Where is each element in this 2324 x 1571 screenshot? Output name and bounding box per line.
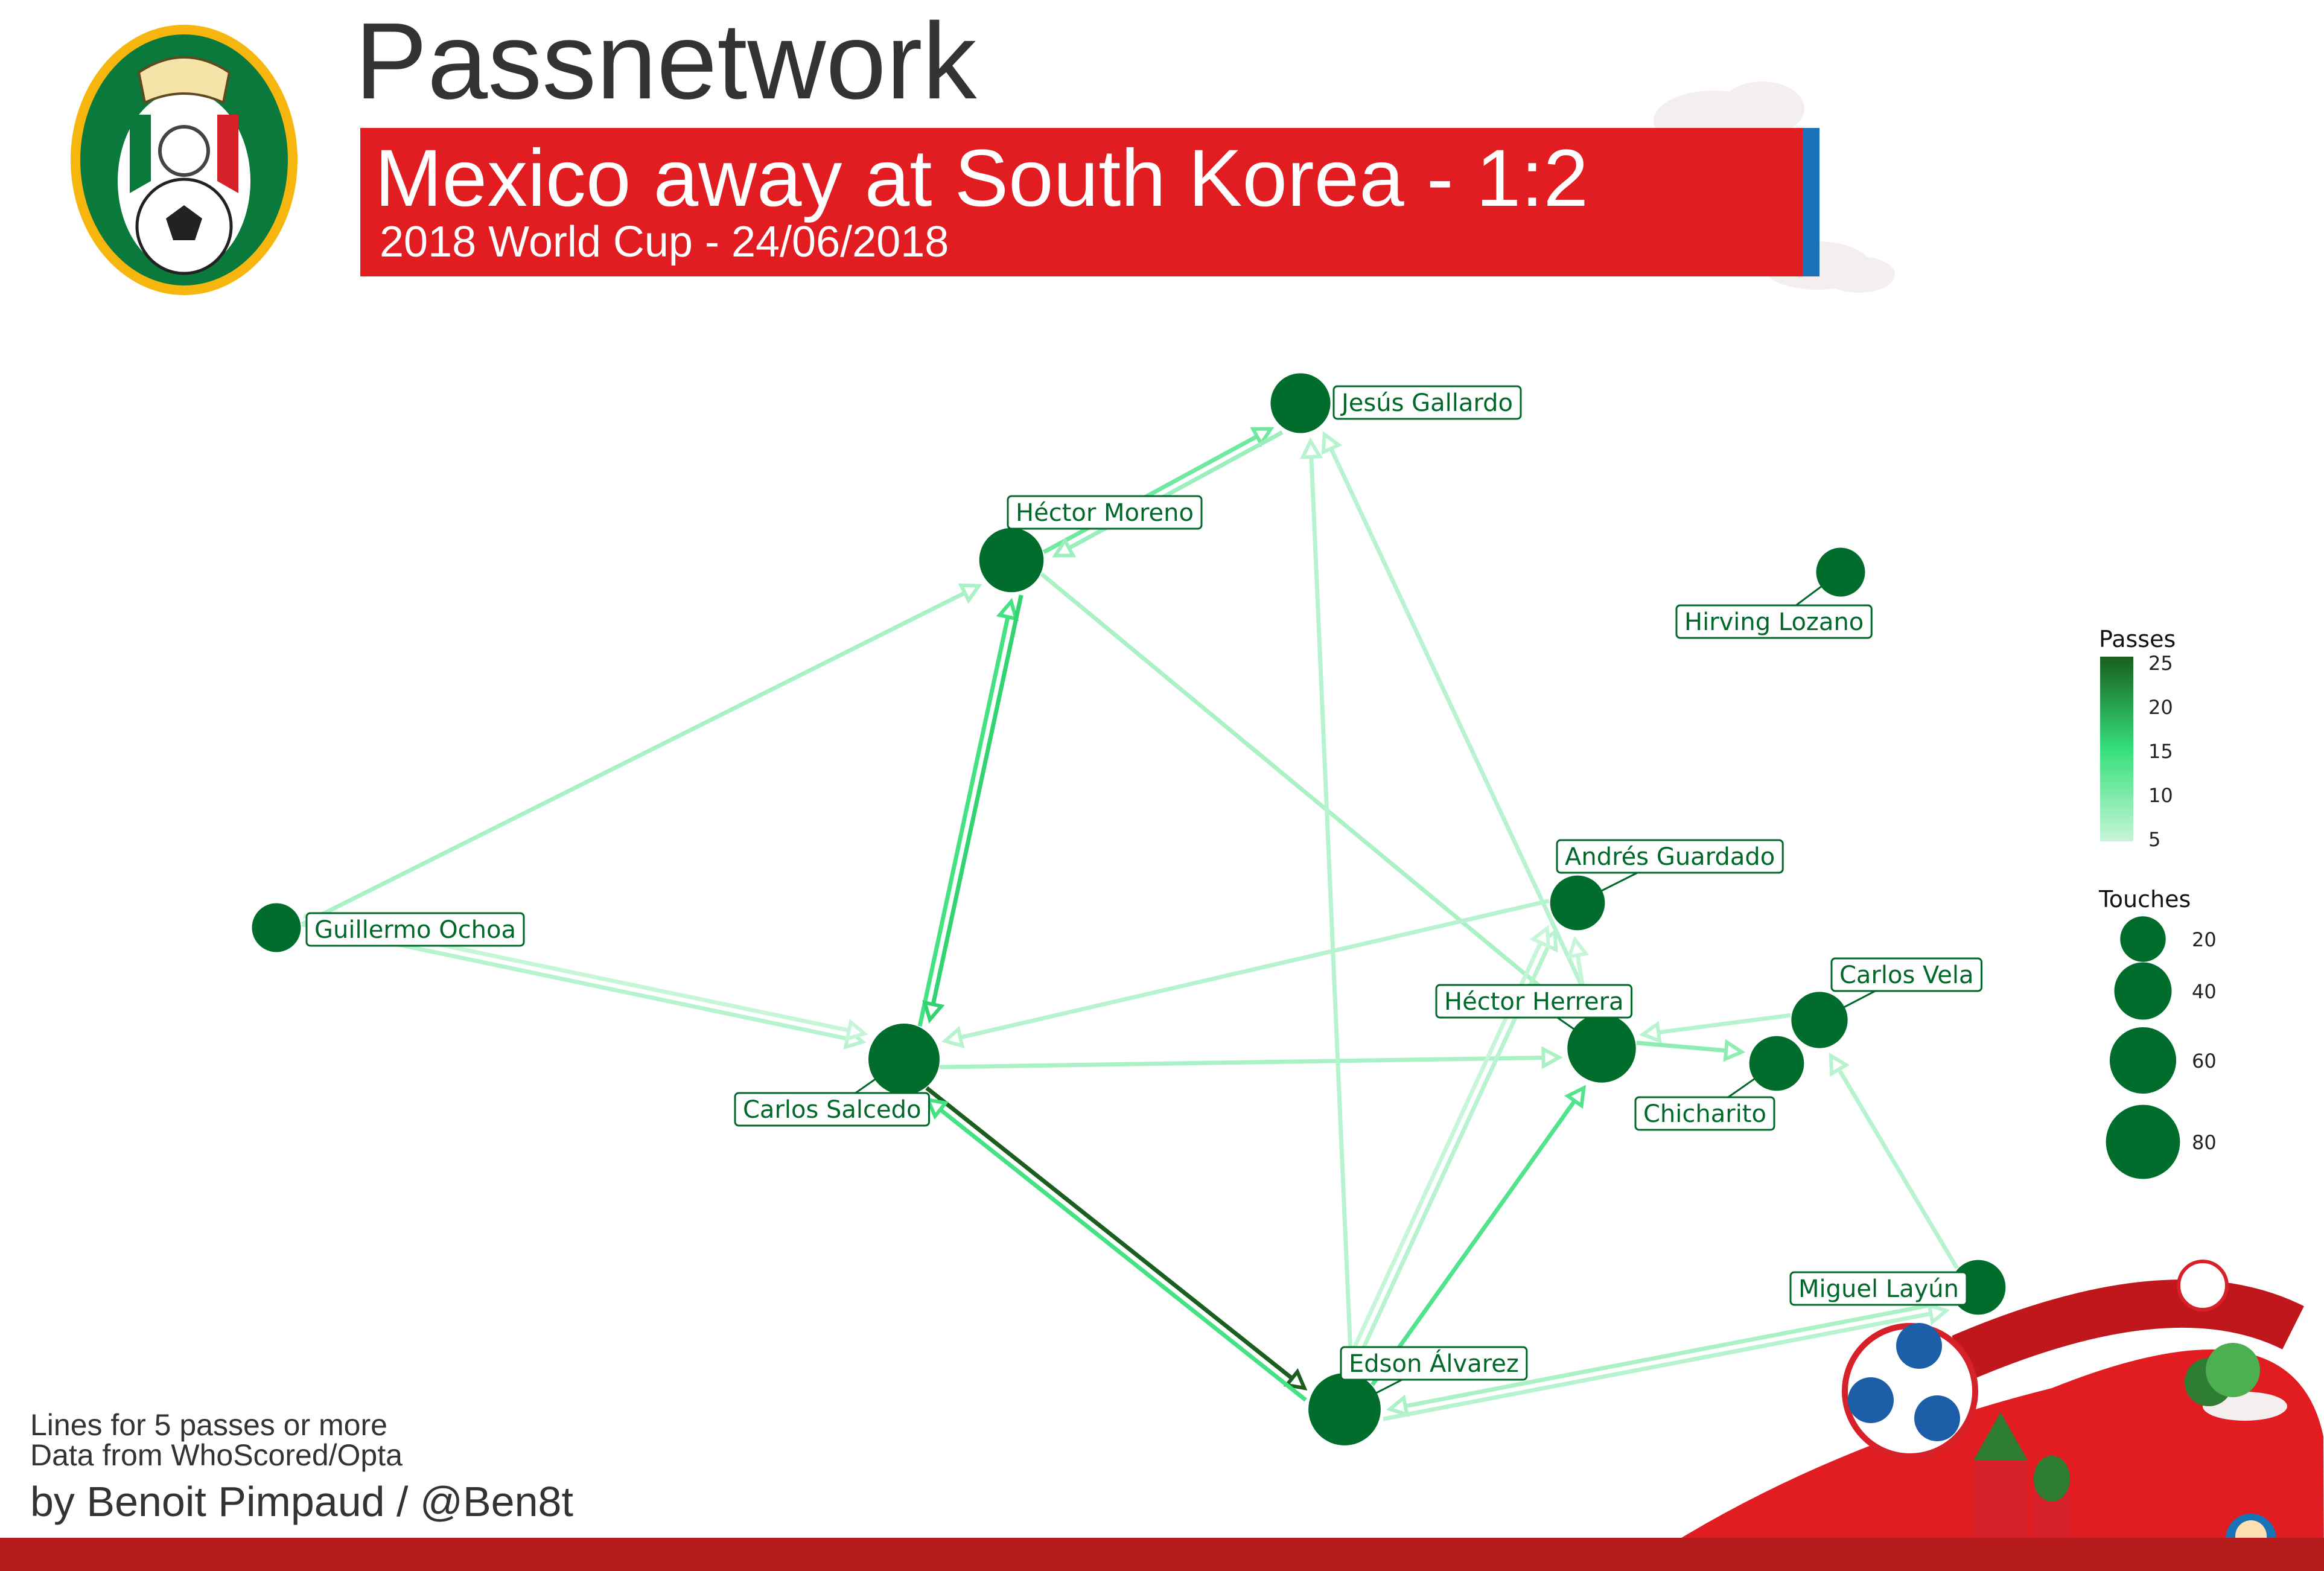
player-node-hirving-lozano — [1816, 547, 1865, 597]
pass-arrow-edson-alvarez-to-miguel-layun — [1926, 1302, 1950, 1325]
touches-legend-title: Touches — [2098, 886, 2191, 913]
pass-arrow-guillermo-ochoa-to-carlos-salcedo — [845, 1019, 868, 1042]
pass-edge-hector-moreno-to-carlos-salcedo — [928, 594, 1024, 1021]
pass-edge-carlos-vela-to-hector-herrera — [1642, 1013, 1791, 1037]
pass-edge-carlos-salcedo-to-hector-moreno — [917, 601, 1013, 1027]
footnote-threshold: Lines for 5 passes or more — [30, 1408, 387, 1442]
pass-edge-miguel-layun-to-carlos-vela — [1829, 1054, 1959, 1269]
pass-arrow-edson-alvarez-to-hector-herrera — [1564, 1085, 1587, 1109]
player-label-carlos-salcedo: Carlos Salcedo — [743, 1096, 922, 1124]
match-title: Mexico away at South Korea - 1:2 — [375, 133, 1589, 223]
player-node-jesus-gallardo — [1270, 373, 1331, 433]
pass-edge-edson-alvarez-to-carlos-salcedo — [926, 1098, 1307, 1402]
pass-arrow-hector-herrera-to-andres-guardado — [1566, 935, 1590, 959]
passes-legend: Passes 25 20 15 10 5 — [2099, 626, 2176, 851]
player-node-andres-guardado — [1550, 875, 1605, 931]
passes-tick-label: 5 — [2148, 828, 2160, 851]
touches-key-circle — [2114, 962, 2172, 1020]
mexico-badge-logo — [71, 25, 298, 295]
pass-arrow-miguel-layun-to-edson-alvarez — [1386, 1394, 1410, 1417]
touches-key-circle — [2109, 1027, 2177, 1094]
pass-arrow-hector-herrera-to-jesus-gallardo — [1321, 430, 1343, 455]
pass-arrow-guillermo-ochoa-to-hector-moreno — [958, 583, 982, 604]
passes-tick-label: 10 — [2148, 784, 2173, 807]
passes-tick-label: 20 — [2148, 696, 2173, 719]
player-label-hector-herrera: Héctor Herrera — [1444, 988, 1624, 1016]
touches-key-label: 60 — [2192, 1050, 2217, 1072]
match-subtitle: 2018 World Cup - 24/06/2018 — [380, 218, 949, 266]
player-label-carlos-vela: Carlos Vela — [1839, 961, 1974, 989]
banner-stripe — [1803, 128, 1819, 276]
pass-edge-guillermo-ochoa-to-hector-moreno — [301, 584, 980, 926]
touches-legend: Touches 20 40 60 80 — [2098, 886, 2217, 1179]
pass-arrow-andres-guardado-to-carlos-salcedo — [941, 1025, 965, 1048]
pass-arrow-carlos-salcedo-to-hector-herrera — [1541, 1046, 1563, 1069]
pass-edge-carlos-salcedo-to-edson-alvarez — [925, 1086, 1306, 1390]
pass-edge-carlos-salcedo-to-hector-herrera — [940, 1055, 1559, 1069]
touches-key-label: 80 — [2192, 1131, 2217, 1154]
player-node-edson-alvarez — [1308, 1373, 1381, 1445]
player-node-carlos-salcedo — [868, 1024, 940, 1095]
touches-key-circle — [2120, 916, 2166, 962]
player-node-guillermo-ochoa — [252, 903, 301, 952]
pass-edge-hector-moreno-to-jesus-gallardo — [1042, 427, 1272, 554]
passes-tick-label: 25 — [2148, 652, 2173, 675]
touches-key-label: 40 — [2192, 980, 2217, 1003]
player-label-miguel-layun: Miguel Layún — [1798, 1275, 1959, 1303]
bottom-bar — [0, 1538, 2324, 1571]
pass-edge-andres-guardado-to-carlos-salcedo — [944, 899, 1550, 1044]
pass-arrow-carlos-vela-to-hector-herrera — [1639, 1021, 1662, 1044]
pass-arrow-hector-moreno-to-carlos-salcedo — [922, 1000, 945, 1024]
player-label-edson-alvarez: Edson Álvarez — [1349, 1349, 1519, 1378]
pass-arrow-edson-alvarez-to-jesus-gallardo — [1300, 437, 1323, 459]
pass-arrow-miguel-layun-to-carlos-vela — [1829, 1052, 1850, 1077]
player-node-chicharito — [1749, 1036, 1804, 1091]
pass-edge-edson-alvarez-to-jesus-gallardo — [1308, 441, 1354, 1373]
pass-edges — [301, 427, 1959, 1421]
match-banner: Mexico away at South Korea - 1:2 2018 Wo… — [360, 128, 1819, 276]
pass-arrow-hector-herrera-to-chicharito — [1723, 1039, 1746, 1062]
player-label-chicharito: Chicharito — [1643, 1100, 1766, 1128]
passes-tick-label: 15 — [2148, 740, 2173, 763]
player-label-guillermo-ochoa: Guillermo Ochoa — [314, 916, 516, 944]
player-node-carlos-vela — [1791, 992, 1848, 1048]
passes-color-bar — [2100, 657, 2133, 841]
player-node-hector-moreno — [979, 527, 1044, 593]
author-byline: by Benoit Pimpaud / @Ben8t — [30, 1478, 573, 1525]
pass-arrow-carlos-salcedo-to-hector-moreno — [996, 597, 1019, 622]
touches-key-label: 20 — [2192, 928, 2217, 951]
footnote-source: Data from WhoScored/Opta — [30, 1438, 403, 1472]
touches-key-circle — [2106, 1104, 2180, 1179]
page-title: Passnetwork — [355, 1, 977, 122]
passes-legend-title: Passes — [2099, 626, 2176, 652]
player-label-andres-guardado: Andrés Guardado — [1565, 843, 1775, 871]
pass-edge-hector-herrera-to-jesus-gallardo — [1322, 433, 1597, 1015]
player-label-jesus-gallardo: Jesús Gallardo — [1340, 389, 1513, 417]
player-node-hector-herrera — [1567, 1014, 1636, 1083]
player-label-hirving-lozano: Hirving Lozano — [1684, 608, 1864, 636]
player-nodes: Jesús Gallardo Héctor Moreno Hirving Lozan… — [252, 373, 2006, 1445]
player-label-hector-moreno: Héctor Moreno — [1016, 499, 1194, 527]
pass-edge-jesus-gallardo-to-hector-moreno — [1054, 430, 1284, 558]
pass-arrow-edson-alvarez-to-andres-guardado — [1529, 925, 1550, 949]
